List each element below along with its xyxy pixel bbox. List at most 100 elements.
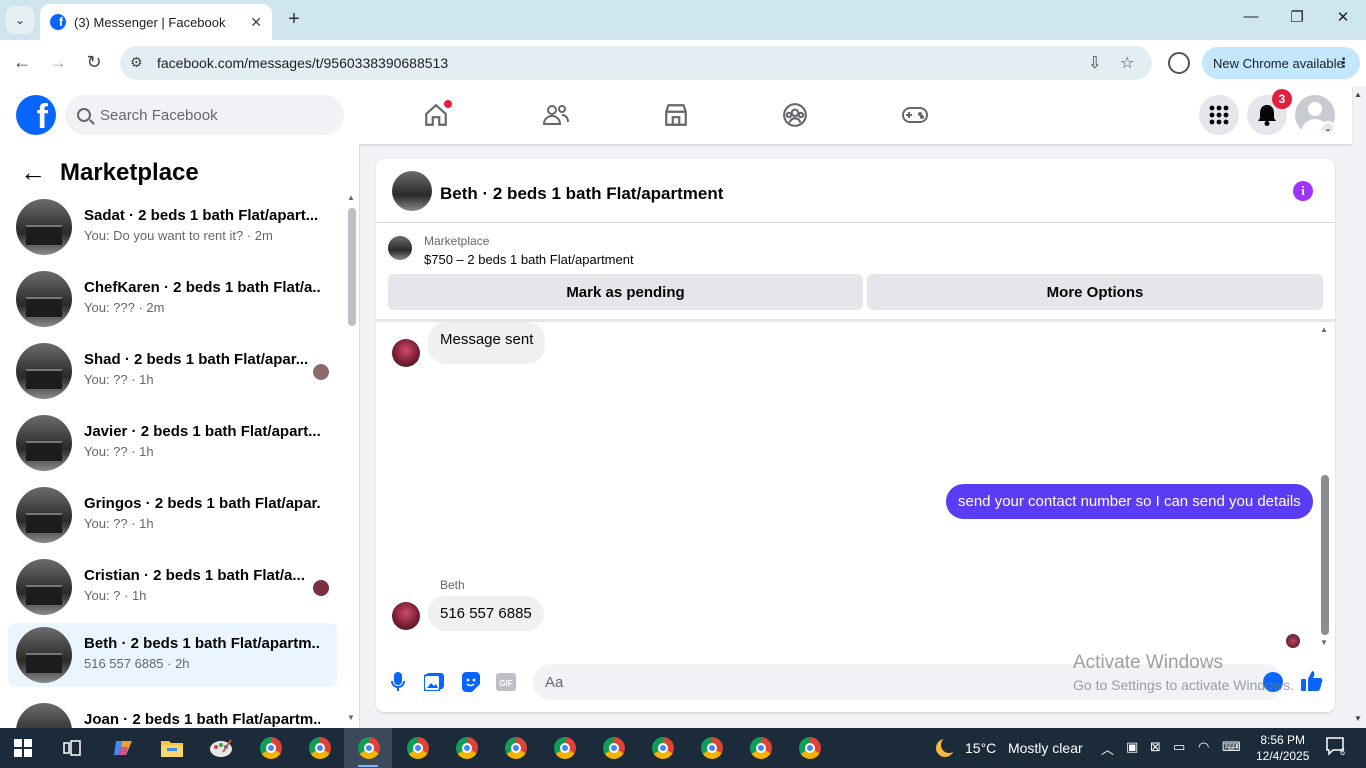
sender-avatar[interactable] (392, 339, 420, 367)
battery-icon[interactable]: ▭ (1173, 739, 1185, 755)
chrome-icon[interactable] (697, 734, 727, 762)
windows-start-icon[interactable] (8, 734, 38, 762)
page-scroll-up-arrow[interactable]: ▲ (1354, 90, 1362, 99)
conversation-item[interactable]: Javier · 2 beds 1 bath Flat/apart... You… (8, 411, 337, 475)
copilot-icon[interactable] (108, 734, 138, 762)
bookmark-star-icon[interactable]: ☆ (1120, 53, 1134, 73)
page-scroll-down-arrow[interactable]: ▼ (1354, 714, 1362, 723)
chrome-icon[interactable] (403, 734, 433, 762)
chat-listing-avatar[interactable] (392, 171, 432, 211)
photo-icon[interactable] (424, 672, 444, 692)
chevron-down-icon: ⌄ (14, 13, 26, 27)
notification-center-icon[interactable]: 6 (1325, 736, 1345, 759)
listing-price-title[interactable]: $750 – 2 beds 1 bath Flat/apartment (424, 252, 634, 267)
security-icon[interactable]: ⊠ (1150, 739, 1161, 755)
minimize-button[interactable]: — (1236, 8, 1266, 25)
new-chrome-available-button[interactable]: New Chrome available ⋮ (1202, 47, 1360, 79)
task-view-icon[interactable] (57, 734, 87, 762)
reload-button[interactable]: ↻ (82, 52, 106, 73)
chrome-icon[interactable] (256, 734, 286, 762)
message-bubble-incoming[interactable]: Message sent (428, 322, 546, 364)
chrome-icon[interactable] (501, 734, 531, 762)
back-button[interactable]: ← (10, 52, 34, 73)
sticker-icon[interactable] (460, 672, 480, 692)
chat-scroll-down[interactable]: ▼ (1320, 638, 1328, 647)
marketplace-icon[interactable] (661, 100, 691, 130)
mark-as-pending-button[interactable]: Mark as pending (388, 274, 863, 310)
weather-moon-icon[interactable] (930, 734, 960, 762)
facebook-search[interactable] (65, 95, 344, 135)
bell-icon (1258, 105, 1276, 126)
site-info-icon[interactable]: ⚙ (130, 54, 143, 71)
listing-thumbnail (16, 415, 72, 471)
notification-badge: 3 (1272, 89, 1292, 109)
message-bubble-outgoing[interactable]: send your contact number so I can send y… (946, 484, 1313, 519)
sidebar-scroll-down[interactable]: ▼ (347, 713, 355, 722)
install-app-icon[interactable]: ⇩ (1088, 53, 1101, 73)
conversation-item[interactable]: ChefKaren · 2 beds 1 bath Flat/a... You:… (8, 267, 337, 331)
friends-icon[interactable] (541, 100, 571, 130)
tray-overflow-icon[interactable]: ︿ (1101, 739, 1114, 758)
gaming-icon[interactable] (900, 100, 930, 130)
conversation-item[interactable]: Joan · 2 beds 1 bath Flat/apartm... (8, 699, 337, 728)
taskbar-clock[interactable]: 8:56 PM 12/4/2025 (1256, 732, 1309, 764)
conversation-preview: You: ??? · 2m (84, 300, 165, 315)
conversation-item-active[interactable]: Beth · 2 beds 1 bath Flat/apartm... 516 … (8, 623, 337, 687)
wifi-icon[interactable]: ◠ (1198, 739, 1209, 755)
tab-close-icon[interactable]: ✕ (250, 14, 262, 31)
conversation-item[interactable]: Shad · 2 beds 1 bath Flat/apar... You: ?… (8, 339, 337, 403)
close-window-button[interactable]: ✕ (1328, 8, 1358, 26)
groups-icon[interactable] (780, 100, 810, 130)
conversation-item[interactable]: Gringos · 2 beds 1 bath Flat/apar... You… (8, 483, 337, 547)
conversation-preview: 516 557 6885 · 2h (84, 656, 190, 671)
thumbs-up-icon[interactable] (1301, 670, 1323, 697)
conversation-item[interactable]: Cristian · 2 beds 1 bath Flat/a... You: … (8, 555, 337, 619)
chrome-icon[interactable] (550, 734, 580, 762)
chrome-menu-icon[interactable]: ⋮ (1337, 55, 1350, 71)
microphone-icon[interactable] (388, 672, 408, 692)
chat-scroll-up[interactable]: ▲ (1320, 325, 1328, 334)
browser-toolbar: ← → ↻ ⚙ facebook.com/messages/t/95603383… (0, 40, 1366, 86)
sidebar-scroll-up[interactable]: ▲ (347, 193, 355, 202)
chrome-icon[interactable] (746, 734, 776, 762)
search-input[interactable] (100, 106, 320, 124)
facebook-logo-icon[interactable]: f (16, 95, 56, 135)
conversation-name: ChefKaren · 2 beds 1 bath Flat/a... (84, 279, 320, 296)
chrome-icon[interactable] (452, 734, 482, 762)
gif-icon[interactable]: GIF (496, 672, 516, 692)
new-tab-button[interactable]: + (282, 8, 306, 32)
chrome-icon[interactable] (305, 734, 335, 762)
chrome-icon[interactable] (354, 734, 384, 762)
file-explorer-icon[interactable] (157, 734, 187, 762)
tab-search-button[interactable]: ⌄ (6, 6, 34, 34)
svg-text:6: 6 (1340, 747, 1345, 756)
chrome-profile-icon[interactable] (1168, 52, 1190, 74)
chat-title[interactable]: Beth · 2 beds 1 bath Flat/apartment (440, 184, 723, 204)
camera-icon[interactable]: ▣ (1126, 739, 1138, 755)
read-receipt-avatar (1286, 634, 1300, 648)
conversation-preview: You: ?? · 1h (84, 444, 154, 459)
maximize-button[interactable]: ❐ (1282, 8, 1312, 26)
forward-button[interactable]: → (46, 52, 70, 73)
account-chevron-icon[interactable]: ⌄ (1321, 121, 1335, 135)
sender-avatar[interactable] (392, 602, 420, 630)
sidebar-title: Marketplace (60, 158, 199, 186)
chrome-icon[interactable] (795, 734, 825, 762)
back-arrow-icon[interactable]: ← (20, 157, 46, 188)
browser-tab-messenger[interactable]: f (3) Messenger | Facebook ✕ (40, 4, 272, 40)
listing-thumbnail (16, 627, 72, 683)
chat-header: Beth · 2 beds 1 bath Flat/apartment i (376, 159, 1335, 223)
info-icon[interactable]: i (1293, 181, 1313, 201)
keyboard-icon[interactable]: ⌨ (1222, 739, 1241, 755)
sidebar-scrollbar[interactable] (348, 208, 356, 326)
paint-icon[interactable] (206, 734, 236, 762)
menu-grid-button[interactable] (1199, 95, 1239, 135)
more-options-button[interactable]: More Options (867, 274, 1323, 310)
address-bar[interactable]: ⚙ facebook.com/messages/t/95603383906885… (120, 46, 1152, 80)
chrome-icon[interactable] (599, 734, 629, 762)
chrome-icon[interactable] (648, 734, 678, 762)
conversation-item[interactable]: Sadat · 2 beds 1 bath Flat/apart... You:… (8, 195, 337, 259)
message-bubble-incoming[interactable]: 516 557 6885 (428, 596, 544, 631)
weather-widget[interactable]: 15°C Mostly clear (965, 740, 1083, 756)
chat-scrollbar[interactable] (1321, 475, 1329, 635)
